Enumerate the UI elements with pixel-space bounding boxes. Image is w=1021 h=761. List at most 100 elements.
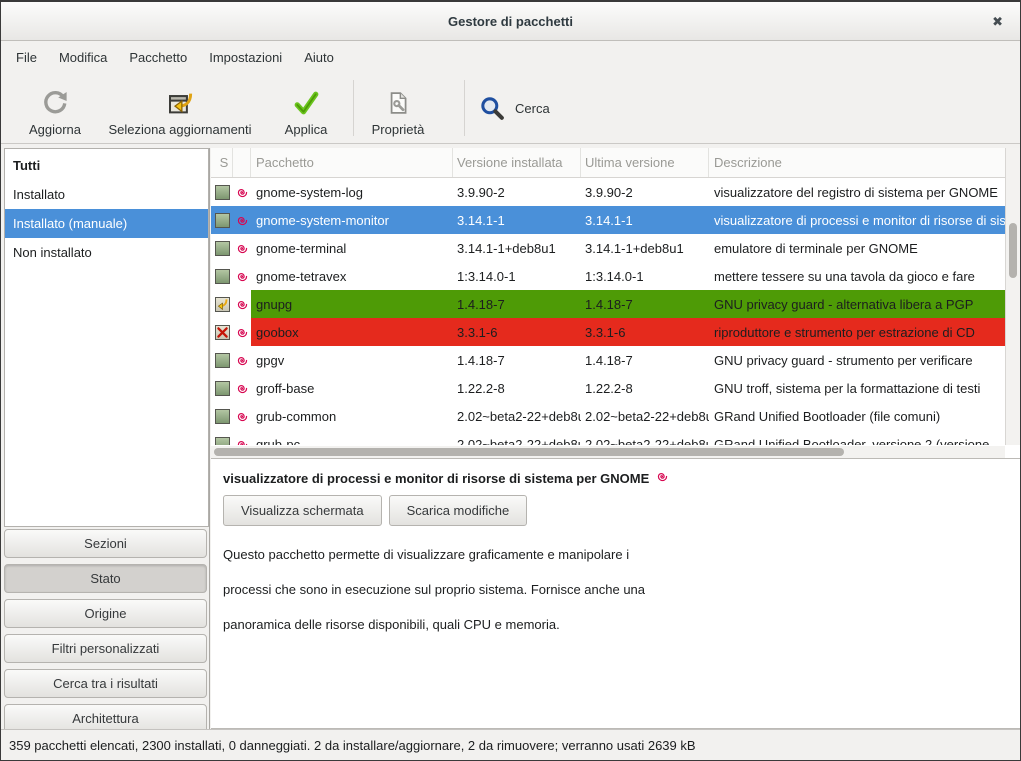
description-cell: emulatore di terminale per GNOME bbox=[709, 234, 1005, 262]
search-icon bbox=[479, 90, 506, 126]
package-name-cell: gpgv bbox=[251, 346, 453, 374]
status-filter-list: TuttiInstallatoInstallato (manuale)Non i… bbox=[4, 148, 209, 527]
toolbar-separator bbox=[464, 80, 465, 136]
table-row[interactable]: goobox3.3.1-63.3.1-6riproduttore e strum… bbox=[211, 318, 1005, 346]
table-header: S PacchettoVersione installataUltima vers… bbox=[211, 148, 1020, 178]
description-cell: visualizzatore di processi e monitor di … bbox=[709, 206, 1005, 234]
menu-item-modifica[interactable]: Modifica bbox=[48, 45, 118, 70]
latest-version-cell: 1.4.18-7 bbox=[581, 346, 709, 374]
sidebar-filter-installato[interactable]: Installato bbox=[5, 180, 208, 209]
menu-item-file[interactable]: File bbox=[5, 45, 48, 70]
latest-version-cell: 1:3.14.0-1 bbox=[581, 262, 709, 290]
status-cell bbox=[211, 206, 233, 234]
sidebar-filter-installato-manuale[interactable]: Installato (manuale) bbox=[5, 209, 208, 238]
debian-swirl-icon bbox=[233, 430, 251, 445]
debian-swirl-icon bbox=[233, 402, 251, 430]
table-row[interactable]: grub-common2.02~beta2-22+deb8u12.02~beta… bbox=[211, 402, 1005, 430]
column-header-pacchetto[interactable]: Pacchetto bbox=[251, 148, 453, 177]
package-name-cell: grub-pc bbox=[251, 430, 453, 445]
properties-button[interactable]: Proprietà bbox=[359, 79, 437, 137]
properties-icon bbox=[384, 85, 412, 121]
details-actions: Visualizza schermataScarica modifiche bbox=[223, 495, 1008, 526]
installed-status-icon bbox=[215, 353, 230, 368]
apply-button[interactable]: Applica bbox=[273, 79, 339, 137]
table-row[interactable]: grub-pc2.02~beta2-22+deb8u12.02~beta2-22… bbox=[211, 430, 1005, 445]
table-row[interactable]: gnome-terminal3.14.1-1+deb8u13.14.1-1+de… bbox=[211, 234, 1005, 262]
sidebar-button-stato[interactable]: Stato bbox=[4, 564, 207, 593]
package-name-cell: grub-common bbox=[251, 402, 453, 430]
sidebar-filter-tutti[interactable]: Tutti bbox=[5, 151, 208, 180]
installed-version-cell: 3.14.1-1+deb8u1 bbox=[453, 234, 581, 262]
column-header-s[interactable]: S bbox=[211, 148, 233, 177]
column-header-ultima-versione[interactable]: Ultima versione bbox=[581, 148, 709, 177]
package-description: Questo pacchetto permette di visualizzar… bbox=[223, 537, 1008, 642]
sidebar-button-origine[interactable]: Origine bbox=[4, 599, 207, 628]
package-name-cell: gnome-terminal bbox=[251, 234, 453, 262]
status-cell bbox=[211, 374, 233, 402]
debian-swirl-icon bbox=[233, 178, 251, 206]
installed-version-cell: 3.14.1-1 bbox=[453, 206, 581, 234]
package-name-cell: goobox bbox=[251, 318, 453, 346]
menu-bar: FileModificaPacchettoImpostazioniAiuto bbox=[1, 42, 1020, 72]
table-row[interactable]: gpgv1.4.18-71.4.18-7GNU privacy guard - … bbox=[211, 346, 1005, 374]
description-cell: GNU privacy guard - alternativa libera a… bbox=[709, 290, 1005, 318]
download-changelog-button[interactable]: Scarica modifiche bbox=[389, 495, 528, 526]
sidebar-filter-non-installato[interactable]: Non installato bbox=[5, 238, 208, 267]
package-table: S PacchettoVersione installataUltima vers… bbox=[211, 148, 1020, 458]
description-line: processi che sono in esecuzione sul prop… bbox=[223, 572, 1008, 607]
status-cell bbox=[211, 318, 233, 346]
table-row[interactable]: gnome-system-log3.9.90-23.9.90-2visualiz… bbox=[211, 178, 1005, 206]
package-name-cell: gnome-system-log bbox=[251, 178, 453, 206]
status-cell bbox=[211, 178, 233, 206]
debian-swirl-icon bbox=[656, 470, 669, 486]
table-body: gnome-system-log3.9.90-23.9.90-2visualiz… bbox=[211, 178, 1005, 445]
description-cell: GRand Unified Bootloader, versione 2 (ve… bbox=[709, 430, 1005, 445]
menu-item-impostazioni[interactable]: Impostazioni bbox=[198, 45, 293, 70]
close-icon[interactable]: ✖ bbox=[992, 2, 1003, 41]
installed-version-cell: 2.02~beta2-22+deb8u1 bbox=[453, 430, 581, 445]
title-bar[interactable]: Gestore di pacchetti ✖ bbox=[1, 2, 1020, 41]
description-line: panoramica delle risorse disponibili, qu… bbox=[223, 607, 1008, 642]
search-label: Cerca bbox=[515, 101, 550, 116]
installed-version-cell: 1.4.18-7 bbox=[453, 290, 581, 318]
installed-version-cell: 1.4.18-7 bbox=[453, 346, 581, 374]
debian-swirl-icon bbox=[233, 262, 251, 290]
status-cell bbox=[211, 402, 233, 430]
horizontal-scrollbar[interactable] bbox=[211, 446, 1005, 458]
status-text: 359 pacchetti elencati, 2300 installati,… bbox=[9, 738, 696, 753]
vertical-scrollbar[interactable] bbox=[1005, 148, 1020, 445]
installed-version-cell: 1.22.2-8 bbox=[453, 374, 581, 402]
window-title: Gestore di pacchetti bbox=[448, 14, 573, 29]
view-screenshot-button[interactable]: Visualizza schermata bbox=[223, 495, 382, 526]
horizontal-scrollbar-thumb[interactable] bbox=[214, 448, 844, 456]
latest-version-cell: 2.02~beta2-22+deb8u1 bbox=[581, 430, 709, 445]
refresh-icon bbox=[40, 85, 70, 121]
sidebar-button-filtri-personalizzati[interactable]: Filtri personalizzati bbox=[4, 634, 207, 663]
debian-swirl-icon bbox=[233, 374, 251, 402]
sidebar-button-cerca-tra-i-risultati[interactable]: Cerca tra i risultati bbox=[4, 669, 207, 698]
table-row[interactable]: gnome-system-monitor3.14.1-13.14.1-1visu… bbox=[211, 206, 1005, 234]
table-row[interactable]: groff-base1.22.2-81.22.2-8GNU troff, sis… bbox=[211, 374, 1005, 402]
sidebar-button-sezioni[interactable]: Sezioni bbox=[4, 529, 207, 558]
installed-status-icon bbox=[215, 437, 230, 446]
package-summary: visualizzatore di processi e monitor di … bbox=[223, 471, 649, 486]
debian-swirl-icon bbox=[233, 206, 251, 234]
description-cell: GNU privacy guard - strumento per verifi… bbox=[709, 346, 1005, 374]
installed-status-icon bbox=[215, 269, 230, 284]
refresh-button[interactable]: Aggiorna bbox=[20, 79, 90, 137]
column-header-descrizione[interactable]: Descrizione bbox=[709, 148, 1020, 177]
menu-item-pacchetto[interactable]: Pacchetto bbox=[118, 45, 198, 70]
search-button[interactable]: Cerca bbox=[479, 89, 550, 127]
vertical-scrollbar-thumb[interactable] bbox=[1009, 223, 1017, 278]
description-cell: GRand Unified Bootloader (file comuni) bbox=[709, 402, 1005, 430]
package-manager-window: Gestore di pacchetti ✖ FileModificaPacch… bbox=[0, 0, 1021, 761]
column-header-swirl[interactable] bbox=[233, 148, 251, 177]
table-row[interactable]: gnome-tetravex1:3.14.0-11:3.14.0-1metter… bbox=[211, 262, 1005, 290]
filter-category-buttons: Sezioni Stato Origine Filtri personalizzati… bbox=[4, 529, 207, 739]
menu-item-aiuto[interactable]: Aiuto bbox=[293, 45, 345, 70]
mark-upgrades-button[interactable]: Seleziona aggiornamenti bbox=[96, 79, 264, 137]
column-header-versione-installata[interactable]: Versione installata bbox=[453, 148, 581, 177]
remove-status-icon bbox=[215, 325, 230, 340]
table-row[interactable]: gnupg1.4.18-71.4.18-7GNU privacy guard -… bbox=[211, 290, 1005, 318]
latest-version-cell: 1.22.2-8 bbox=[581, 374, 709, 402]
